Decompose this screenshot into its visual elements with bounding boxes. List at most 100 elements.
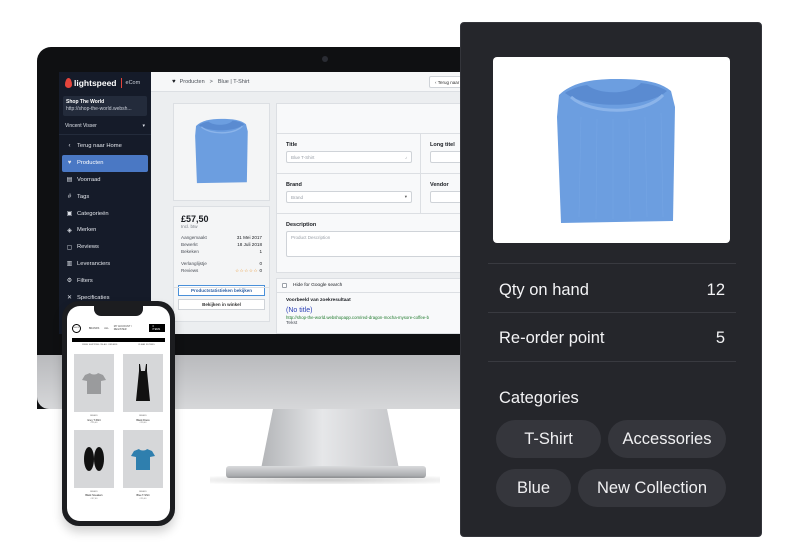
sidebar: lightspeed eCom Shop The World http://sh… [59,72,151,334]
admin-screen: lightspeed eCom Shop The World http://sh… [59,72,479,334]
sidebar-item-merken[interactable]: ◈ Merken [62,222,148,239]
filter-icon: ⚙ [66,278,73,285]
product-image [195,118,248,184]
store-product-price: £25,00 [139,497,147,500]
qty-on-hand-row: Qty on hand 12 [499,281,725,300]
cart-button[interactable]: 0 ITEMS [149,324,165,332]
blue-tshirt-image [557,79,675,223]
sidebar-item-tags[interactable]: # Tags [62,188,148,205]
breadcrumb-separator: > [209,78,213,85]
sidebar-item-reviews[interactable]: ▢ Reviews [62,239,148,256]
sidebar-item-filters[interactable]: ⚙ Filters [62,272,148,289]
reorder-point-value: 5 [715,329,725,347]
brand-select[interactable]: Brand ▾ [286,191,412,203]
store-product-image [123,429,163,488]
product-image-card[interactable] [173,103,270,201]
price-note: Incl. btw [181,224,198,229]
reorder-point-row: Re-order point 5 [499,329,725,348]
store-product-name: Black Sneakers [85,494,103,497]
supplier-icon: ▥ [66,261,73,268]
category-chip-blue[interactable]: Blue [496,469,571,507]
lightspeed-flame-icon [65,78,72,88]
description-textarea[interactable]: Product Description [286,231,477,257]
title-input[interactable]: Blue T-Shirt ⌟ [286,151,412,163]
sidebar-item-leveranciers[interactable]: ▥ Leveranciers [62,256,148,273]
shop-switcher[interactable]: Shop The World http://shop-the-world.web… [63,96,147,116]
user-menu[interactable]: Vincent Visser ▾ [59,118,151,135]
tag-hash-icon: # [67,193,72,200]
caret-down-icon: ▾ [142,123,145,129]
seo-card: Hide for Google search Voorbeeld van zoe… [276,278,479,334]
meta-value: 1 [259,249,262,254]
store-logo[interactable]: SHOP [72,323,81,333]
meta-row: Bewerkt 18 Juli 2018 [181,241,262,248]
form-header [277,104,479,134]
wishlist-value: 0 [259,261,262,266]
product-price: £57,50 [181,214,209,224]
store-product-image [74,429,114,488]
store-subnav-filters[interactable]: CLEAR FILTERS [138,344,155,346]
shop-url: http://shop-the-world.websh... [66,106,132,112]
qty-on-hand-label: Qty on hand [499,281,589,299]
shirt-icon: ♥ [67,160,72,167]
store-product-card[interactable]: BRAND Blue T-Shirt £25,00 [121,429,165,502]
store-search-bar[interactable] [72,338,165,342]
store-subnav-shipping: FREE SHIPPING ON ALL ORDERS [82,344,118,346]
sidebar-item-producten[interactable]: ♥ Producten [62,154,148,172]
sidebar-item-label: Filters [77,277,93,284]
store-nav-account[interactable]: MY ACCOUNT / REGISTER [114,325,145,331]
meta-label: Aangemaakt [181,235,207,240]
store-product-card[interactable]: BRAND Black Sneakers £37,00 [72,429,116,502]
tools-icon: ✕ [66,295,73,302]
wishlist-label: Verlanglijstje [181,261,207,266]
storefront-screen: SHOP BRANDS ALL MY ACCOUNT / REGISTER 0 … [67,306,170,521]
reviews-label: Reviews [181,268,199,273]
breadcrumb-section[interactable]: Producten [180,79,205,85]
store-product-card[interactable]: BRAND Black Dress £29,00 [121,354,165,426]
brand-tag-icon: ◈ [67,227,72,234]
reviews-row: Reviews ☆☆☆☆☆ 0 [181,267,262,274]
product-grid: BRAND Grey T-Shirt £25,00 BRAND Black Dress £… [72,354,165,501]
store-nav-brands[interactable]: BRANDS [89,327,99,330]
brand-label: Brand [286,182,302,188]
star-rating-icon: ☆☆☆☆☆ [235,268,259,273]
stand-shadow [210,476,440,484]
category-chip-accessories[interactable]: Accessories [608,420,726,458]
sidebar-item-categorie-n[interactable]: ▣ Categorieën [62,205,148,222]
meta-label: Bewerkt [181,242,198,247]
sidebar-item-label: Categorieën [77,210,109,217]
meta-label: Bekeken [181,249,199,254]
sidebar-item-voorraad[interactable]: ▤ Voorraad [62,172,148,189]
view-in-shop-button[interactable]: Bekijken in winkel [178,299,265,310]
product-meta: Aangemaakt 31 Mei 2017 Bewerkt 18 Juli 2018… [181,234,262,255]
logo-divider [120,78,122,88]
hide-google-checkbox[interactable] [282,283,287,288]
chevron-down-icon: ▾ [404,194,407,199]
logo-text: lightspeed [74,78,117,88]
chevron-left-icon: ‹ [68,143,71,150]
mobile-phone: SHOP BRANDS ALL MY ACCOUNT / REGISTER 0 … [62,301,175,526]
qty-on-hand-value: 12 [706,281,725,299]
store-product-image [123,354,163,412]
wishlist-row: Verlanglijstje 0 [181,260,262,267]
store-nav-all[interactable]: ALL [104,327,108,330]
category-chip-tshirt[interactable]: T-Shirt [496,420,601,458]
hide-google-row[interactable]: Hide for Google search [277,279,479,293]
category-chips: T-Shirt Accessories Blue New Collection [496,420,731,518]
title-value: Blue T-Shirt [291,154,315,160]
sidebar-item-label: Reviews [77,244,99,251]
folder-icon: ▣ [66,211,73,218]
category-chip-new-collection[interactable]: New Collection [578,469,726,507]
meta-row: Aangemaakt 31 Mei 2017 [181,234,262,241]
divider [488,361,736,362]
store-product-price: £25,00 [90,422,98,424]
reviews-value: 0 [259,268,262,273]
store-product-card[interactable]: BRAND Grey T-Shirt £25,00 [72,354,116,426]
logo[interactable]: lightspeed eCom [59,72,151,94]
hide-google-label: Hide for Google search [293,283,343,288]
brand-placeholder: Brand [291,194,304,200]
sidebar-item-terug-naar-home[interactable]: ‹ Terug naar Home [62,138,148,155]
divider [488,263,736,264]
categories-heading: Categories [499,389,579,407]
search-preview-heading: Voorbeeld van zoekresultaat [286,298,351,303]
